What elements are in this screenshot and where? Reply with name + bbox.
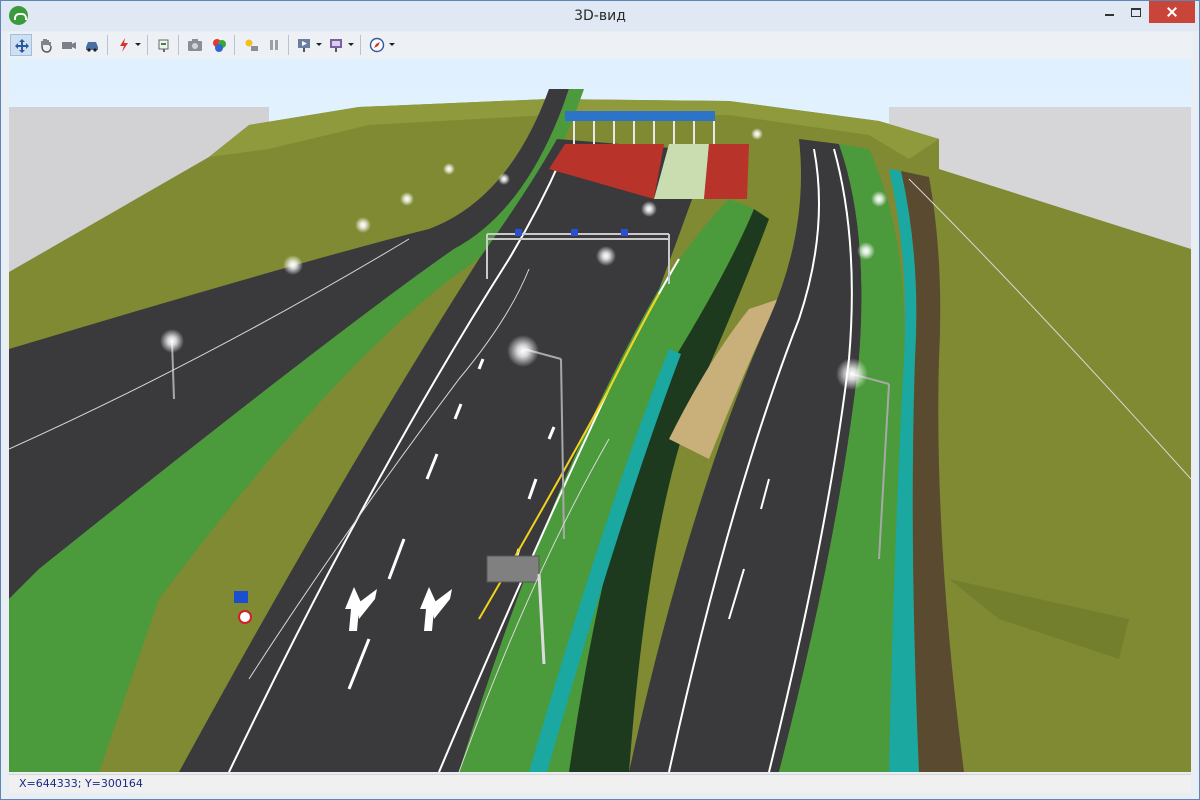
camera-view-button[interactable] <box>58 34 80 56</box>
save-view-button[interactable] <box>326 34 348 56</box>
pan-tool-button[interactable] <box>35 34 57 56</box>
pause-icon <box>270 40 278 50</box>
parking-sign <box>234 591 248 603</box>
save-screen-icon <box>330 39 342 52</box>
car-icon <box>86 42 98 52</box>
info-board <box>486 555 540 583</box>
speed-limit-sign <box>238 610 252 624</box>
navigation-button[interactable] <box>366 34 388 56</box>
3d-viewport[interactable] <box>9 59 1191 772</box>
drive-mode-button[interactable] <box>81 34 103 56</box>
toolbar-separator <box>147 35 148 55</box>
maximize-button[interactable] <box>1121 1 1151 23</box>
close-button[interactable] <box>1149 1 1195 23</box>
hand-pan-icon <box>41 39 52 53</box>
camera-view-icon <box>62 42 76 49</box>
lighting-button[interactable] <box>240 34 262 56</box>
coordinates-readout: X=644333; Y=300164 <box>19 777 143 790</box>
status-bar: X=644333; Y=300164 <box>9 774 1191 793</box>
materials-button[interactable] <box>208 34 230 56</box>
light-source-icon <box>245 39 258 51</box>
gantry-sign <box>515 229 522 236</box>
window-title: 3D-вид <box>574 8 626 24</box>
toolbar-separator <box>107 35 108 55</box>
signs-button[interactable] <box>153 34 175 56</box>
title-bar[interactable]: 3D-вид <box>1 1 1199 31</box>
minimize-button[interactable] <box>1094 1 1124 23</box>
toolbar-separator <box>360 35 361 55</box>
toll-canopy <box>565 111 715 121</box>
chevron-down-icon[interactable] <box>135 43 141 46</box>
lightning-icon <box>120 38 128 52</box>
toolbar-separator <box>288 35 289 55</box>
toolbar-separator <box>234 35 235 55</box>
app-window: 3D-вид X=644333; Y=300164 <box>0 0 1200 800</box>
move-tool-button[interactable] <box>10 34 32 56</box>
gantry-sign <box>571 229 578 236</box>
presentation-button[interactable] <box>294 34 316 56</box>
photo-camera-icon <box>188 39 202 51</box>
toolbar <box>7 32 1193 59</box>
presentation-play-icon <box>298 39 310 52</box>
effects-button[interactable] <box>113 34 135 56</box>
move-arrows-icon <box>15 39 29 53</box>
3d-scene[interactable] <box>9 59 1191 772</box>
signpost-icon <box>158 39 169 52</box>
compass-icon <box>369 37 385 53</box>
chevron-down-icon[interactable] <box>348 43 354 46</box>
toll-lanes-red-right <box>704 144 749 199</box>
chevron-down-icon[interactable] <box>316 43 322 46</box>
gantry-sign <box>621 229 628 236</box>
pause-button[interactable] <box>263 34 285 56</box>
colors-icon <box>213 39 226 52</box>
screenshot-button[interactable] <box>184 34 206 56</box>
chevron-down-icon[interactable] <box>389 43 395 46</box>
toolbar-separator <box>178 35 179 55</box>
